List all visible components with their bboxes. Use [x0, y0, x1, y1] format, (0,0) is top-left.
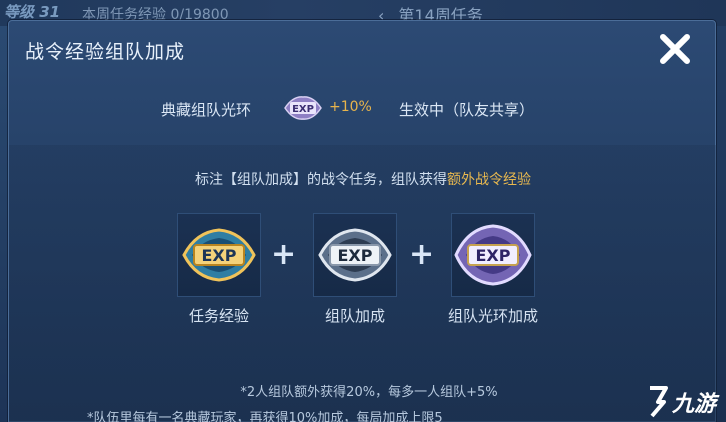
nine-game-logo-icon	[650, 386, 668, 418]
task-exp-tile: EXP	[177, 213, 261, 297]
plus-sign: +	[271, 237, 297, 272]
note-collector-bonus: *队伍里每有一名典藏玩家，再获得10%加成，每局加成上限5	[87, 411, 443, 422]
exp-purple-badge-icon: EXP	[284, 96, 322, 120]
site-watermark: 九游	[642, 380, 722, 420]
aura-badge-text: EXP	[292, 104, 314, 115]
close-button[interactable]	[655, 29, 695, 69]
description-text: 标注【组队加成】的战令任务，组队获得	[195, 172, 447, 188]
aura-status: 生效中（队友共享）	[399, 101, 535, 119]
watermark-text: 九游	[672, 392, 717, 417]
exp-gold-icon: EXP	[182, 228, 256, 282]
dialog-title: 战令经验组队加成	[25, 41, 186, 63]
aura-row: 典藏组队光环 EXP +10% 生效中（队友共享）	[9, 93, 717, 123]
aura-bonus: +10%	[329, 99, 372, 115]
tile-1-badge-text: EXP	[202, 246, 237, 265]
description-highlight: 额外战令经验	[447, 172, 531, 188]
plus-sign: +	[409, 237, 435, 272]
tile-2-badge-text: EXP	[338, 246, 373, 265]
team-bonus-tile: EXP	[313, 213, 397, 297]
exp-purple-icon: EXP	[454, 224, 532, 286]
aura-bonus-tile: EXP	[451, 213, 535, 297]
tile-label-team-bonus: 组队加成	[324, 307, 385, 325]
note-team-size: *2人组队额外获得20%，每多一人组队+5%	[240, 385, 498, 400]
team-bonus-dialog: 战令经验组队加成 典藏组队光环 EXP +10% 生效中（队友共享） 标注【组队…	[8, 20, 717, 422]
tile-label-aura-bonus: 组队光环加成	[447, 307, 538, 325]
exp-silver-icon: EXP	[318, 228, 392, 282]
tile-3-badge-text: EXP	[476, 246, 511, 265]
bonus-description: 标注【组队加成】的战令任务，组队获得额外战令经验	[9, 169, 717, 189]
bonus-panel: 标注【组队加成】的战令任务，组队获得额外战令经验 EXP + EXP + EXP…	[9, 145, 717, 422]
aura-name: 典藏组队光环	[161, 101, 252, 119]
player-level: 等级 31	[4, 3, 61, 21]
tile-label-task-exp: 任务经验	[188, 307, 249, 325]
close-icon	[660, 34, 690, 64]
